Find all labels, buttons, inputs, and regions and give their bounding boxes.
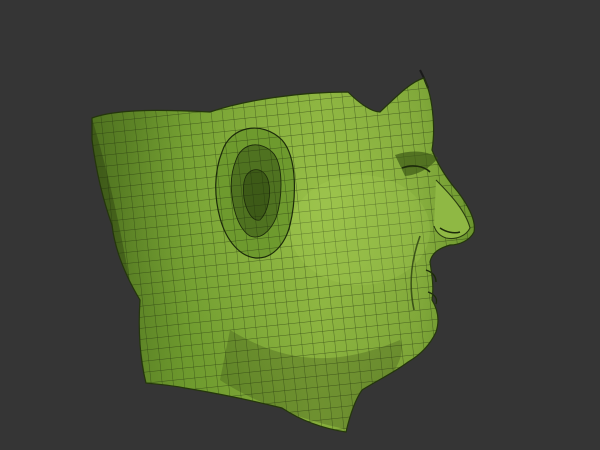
head-mesh-render[interactable] <box>0 0 600 450</box>
3d-viewport[interactable] <box>0 0 600 450</box>
cheek-highlight <box>290 175 430 285</box>
